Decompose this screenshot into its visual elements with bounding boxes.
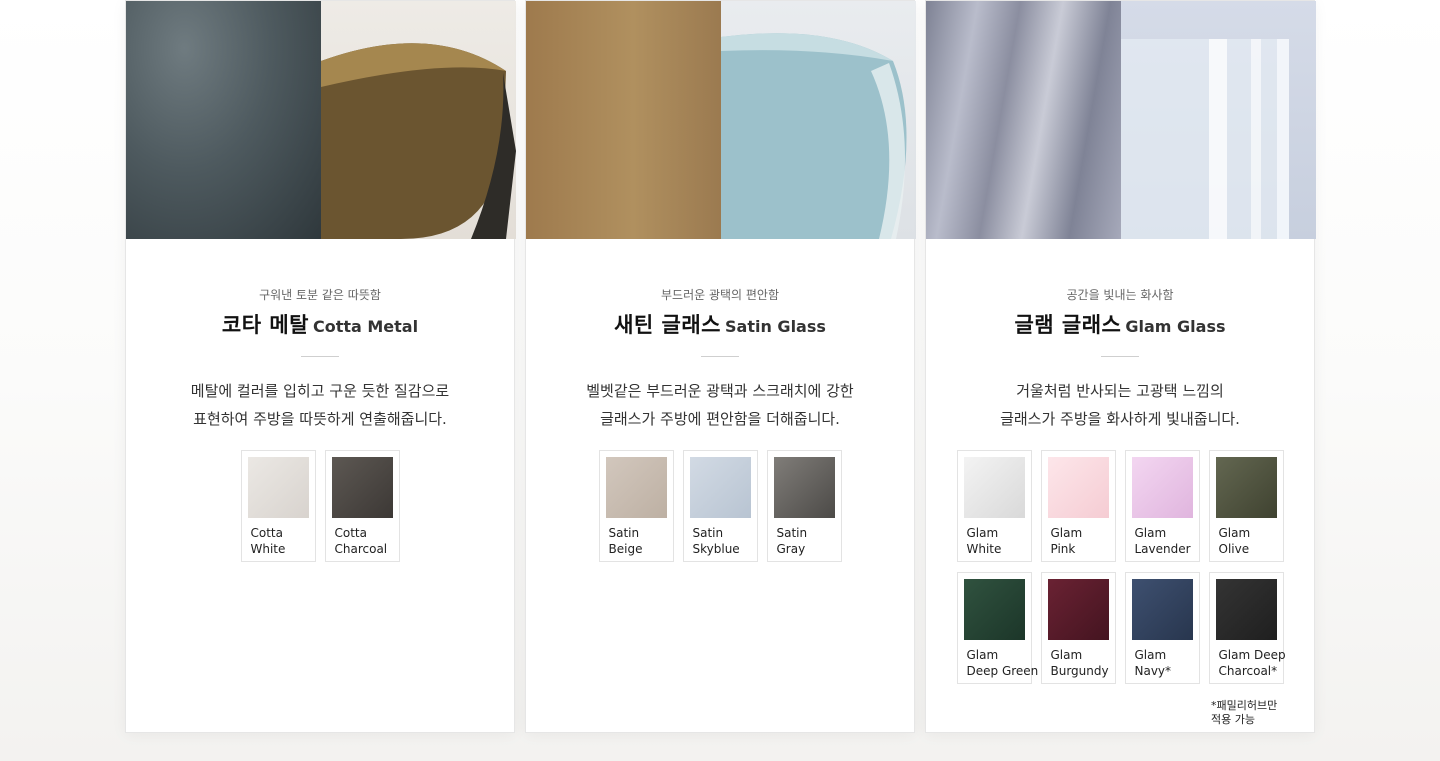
swatch-glam-lavender[interactable]: Glam Lavender [1124,450,1200,562]
description-line: 표현하여 주방을 따뜻하게 연출해줍니다. [193,410,447,428]
swatch-glam-burgundy[interactable]: Glam Burgundy [1040,572,1116,684]
swatch-label: Glam Deep Green [966,648,1039,678]
material-title-en: Glam Glass [1125,317,1226,336]
material-title-ko: 글램 글래스 [1014,313,1122,337]
swatch-label: Cotta Charcoal [334,526,388,556]
swatch-chip [1047,579,1109,640]
swatch-glam-olive[interactable]: Glam Olive [1208,450,1284,562]
swatch-satin-gray[interactable]: Satin Gray [766,450,842,562]
color-swatch-list: Glam White Glam Pink Glam Lavender Glam Oliv… [926,450,1314,684]
swatch-chip [1047,457,1109,518]
swatch-glam-pink[interactable]: Glam Pink [1040,450,1116,562]
material-title-ko: 코타 메탈 [221,313,309,337]
material-title-en: Satin Glass [725,317,826,336]
swatch-chip [1131,579,1193,640]
swatch-cotta-white[interactable]: Cotta White [240,450,316,562]
material-card-satin-glass: 부드러운 광택의 편안함 새틴 글래스 Satin Glass 벨벳같은 부드러운… [525,0,916,733]
material-card-glam-glass: 공간을 빛내는 화사함 글램 글래스 Glam Glass 거울처럼 반사되는 고… [925,0,1316,733]
material-title-ko: 새틴 글래스 [614,313,722,337]
swatch-satin-beige[interactable]: Satin Beige [598,450,674,562]
swatch-label: Satin Gray [776,526,808,556]
material-description: 벨벳같은 부드러운 광택과 스크래치에 강한 글래스가 주방에 편안함을 더해줍… [526,377,914,433]
swatch-chip [963,457,1025,518]
swatch-glam-deep-green[interactable]: Glam Deep Green [956,572,1039,684]
divider [1101,356,1139,357]
swatch-label: Satin Beige [608,526,643,556]
description-line: 메탈에 컬러를 입히고 구운 듯한 질감으로 [190,382,450,400]
swatch-glam-white[interactable]: Glam White [956,450,1032,562]
material-title: 글램 글래스 Glam Glass [926,309,1314,339]
glam-reflection-image [926,1,1121,239]
swatch-chip [1215,457,1277,518]
cotta-texture-image [126,1,321,239]
swatch-chip [605,457,667,518]
color-swatch-list: Satin Beige Satin Skyblue Satin Gray [526,450,914,562]
material-subtitle: 구워낸 토분 같은 따뜻함 [259,288,381,302]
swatch-chip [689,457,751,518]
swatch-label: Cotta White [250,526,286,556]
material-title: 새틴 글래스 Satin Glass [526,309,914,339]
swatch-glam-navy[interactable]: Glam Navy* [1124,572,1200,684]
swatch-label: Glam Deep Charcoal* [1218,648,1286,678]
swatch-chip [1131,457,1193,518]
material-title: 코타 메탈 Cotta Metal [126,309,514,339]
color-swatch-list: Cotta White Cotta Charcoal [126,450,514,562]
material-card-cotta-metal: 구워낸 토분 같은 따뜻함 코타 메탈 Cotta Metal 메탈에 컬러를 입… [125,0,516,733]
note-line: 적용 가능 [1211,713,1255,726]
swatch-satin-skyblue[interactable]: Satin Skyblue [682,450,758,562]
material-hero-image [126,1,516,239]
material-subtitle: 공간을 빛내는 화사함 [1066,288,1174,302]
swatch-label: Glam Navy* [1134,648,1172,678]
glam-glass-image [1121,1,1316,239]
swatch-label: Glam Burgundy [1050,648,1109,678]
swatch-label: Satin Skyblue [692,526,740,556]
cotta-pot-image [321,1,516,239]
note-line: *패밀리허브만 [1211,699,1278,712]
satin-beige-image [526,1,721,239]
availability-note: *패밀리허브만 적용 가능 [1211,699,1277,727]
swatch-label: Glam Olive [1218,526,1251,556]
material-hero-image [926,1,1316,239]
swatch-chip [247,457,309,518]
divider [701,356,739,357]
material-description: 메탈에 컬러를 입히고 구운 듯한 질감으로 표현하여 주방을 따뜻하게 연출해… [126,377,514,433]
swatch-glam-deep-charcoal[interactable]: Glam Deep Charcoal* [1208,572,1286,684]
divider [301,356,339,357]
swatch-chip [963,579,1025,640]
description-line: 거울처럼 반사되는 고광택 느낌의 [1016,382,1224,400]
swatch-chip [773,457,835,518]
description-line: 글래스가 주방을 화사하게 빛내줍니다. [1000,410,1240,428]
swatch-chip [331,457,393,518]
satin-vase-image [721,1,916,239]
swatch-cotta-charcoal[interactable]: Cotta Charcoal [324,450,400,562]
material-subtitle: 부드러운 광택의 편안함 [660,288,780,302]
material-description: 거울처럼 반사되는 고광택 느낌의 글래스가 주방을 화사하게 빛내줍니다. [926,377,1314,433]
description-line: 벨벳같은 부드러운 광택과 스크래치에 강한 [586,382,854,400]
swatch-label: Glam Pink [1050,526,1083,556]
swatch-label: Glam Lavender [1134,526,1191,556]
material-hero-image [526,1,916,239]
swatch-label: Glam White [966,526,1002,556]
swatch-chip [1215,579,1277,640]
material-title-en: Cotta Metal [312,317,419,336]
description-line: 글래스가 주방에 편안함을 더해줍니다. [600,410,840,428]
